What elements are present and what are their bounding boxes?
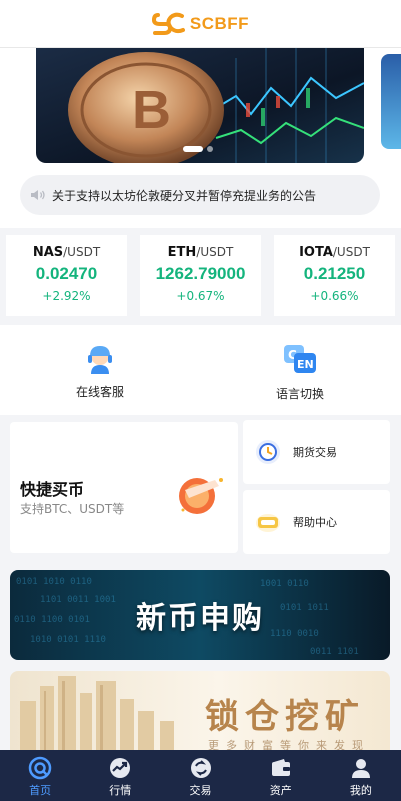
carousel-dot-active[interactable] [183,146,203,152]
banner-carousel[interactable]: B [0,48,401,168]
ticker-price: 1262.79000 [155,264,246,283]
brand-name: SCBFF [189,13,250,33]
brand-logo-icon [151,12,185,35]
speaker-icon [31,190,45,200]
notice-section: 关于支持以太坊伦敦硬分叉并暂停充提业务的公告 [0,168,401,228]
new-coin-promo-banner[interactable]: 0101 1010 0110 1101 0011 1001 0110 1100 0… [10,570,390,660]
tab-home[interactable]: 首页 [0,750,80,801]
notice-bar[interactable]: 关于支持以太坊伦敦硬分叉并暂停充提业务的公告 [20,175,380,215]
language-cn-en-icon: C EN [284,345,316,373]
app-header: SCBFF [0,0,401,48]
ticker-pair: NAS/USDT [32,245,101,260]
online-support-label: 在线客服 [75,385,124,399]
futures-trade-label: 期货交易 [293,446,337,459]
trade-icon [190,758,211,778]
tab-assets[interactable]: 资产 [241,750,321,801]
piggy-coin-icon [179,478,223,514]
brand-logo[interactable]: SCBFF [151,11,250,37]
futures-trade-card[interactable]: 期货交易 [243,420,390,484]
ticker-change: +0.66% [310,289,359,303]
headset-agent-icon [88,346,112,374]
ticker-price: 0.02470 [35,264,98,283]
lock-mining-title: 锁仓挖矿 [205,697,365,737]
quick-buy-title: 快捷买币 [20,480,85,499]
new-coin-promo-title: 新币申购 [136,601,264,636]
home-icon [28,756,52,780]
svg-text:EN: EN [297,358,314,371]
carousel-dot[interactable] [207,146,213,152]
language-switch-button[interactable]: C EN 语言切换 [240,343,360,402]
ticker-change: +0.67% [176,289,225,303]
lock-mining-promo-banner[interactable]: 锁仓挖矿 更多财富等你来发现 [10,671,390,761]
carousel-indicator [183,146,213,152]
banner-next-slide[interactable] [381,54,401,149]
help-center-label: 帮助中心 [293,516,337,529]
user-icon [351,759,370,778]
ticker-pair: ETH/USDT [167,245,234,260]
online-support-button[interactable]: 在线客服 [40,343,160,400]
help-center-card[interactable]: 帮助中心 [243,490,390,554]
tab-market[interactable]: 行情 [80,750,160,801]
wallet-icon [271,759,290,776]
ticker-pair: IOTA/USDT [299,245,370,260]
market-icon [110,758,131,778]
quick-buy-card[interactable]: 快捷买币 支持BTC、USDT等 [10,422,238,553]
services-row: 在线客服 C EN 语言切换 [0,325,401,415]
tab-market-label: 行情 [109,784,132,797]
tab-trade[interactable]: 交易 [160,750,240,801]
tab-trade-label: 交易 [189,784,212,797]
quick-buy-subtitle: 支持BTC、USDT等 [20,502,125,516]
ticker-eth[interactable]: ETH/USDT 1262.79000 +0.67% [140,235,261,316]
ticker-iota[interactable]: IOTA/USDT 0.21250 +0.66% [274,235,395,316]
help-center-icon [256,514,280,532]
market-tickers: NAS/USDT 0.02470 +2.92% ETH/USDT 1262.79… [0,228,401,320]
ticker-price: 0.21250 [303,264,366,283]
notice-text: 关于支持以太坊伦敦硬分叉并暂停充提业务的公告 [52,188,317,203]
city-skyline-image [20,676,174,761]
tab-mine-label: 我的 [349,784,372,797]
tab-mine[interactable]: 我的 [321,750,401,801]
quick-actions: 快捷买币 支持BTC、USDT等 期货交易 帮助中心 [0,415,401,565]
bottom-tab-bar: 首页 行情 交易 资产 我的 [0,750,401,801]
language-switch-label: 语言切换 [275,387,324,401]
ticker-change: +2.92% [42,289,91,303]
tab-assets-label: 资产 [269,784,292,797]
tab-home-label: 首页 [29,784,52,797]
svg-text:B: B [132,80,171,140]
ticker-nas[interactable]: NAS/USDT 0.02470 +2.92% [6,235,127,316]
futures-clock-icon [256,440,280,464]
